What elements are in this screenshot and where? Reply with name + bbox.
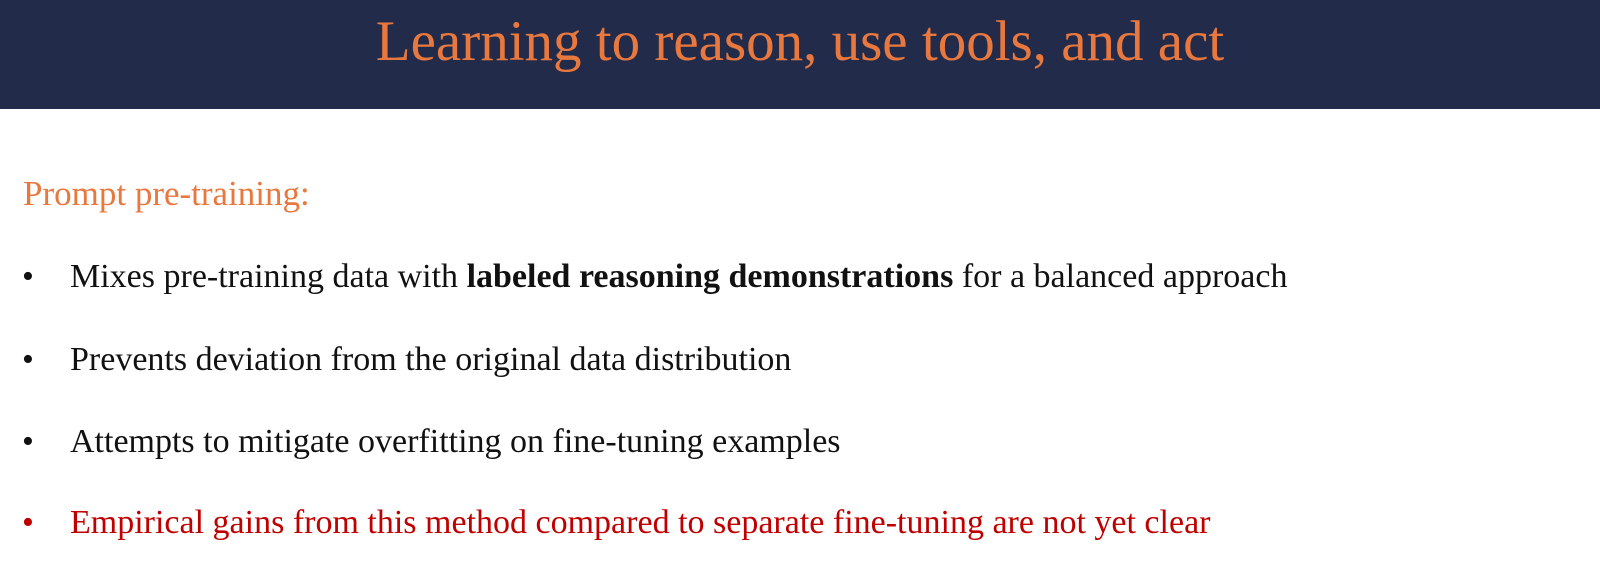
bullet-text-1: Mixes pre-training data with labeled rea… bbox=[70, 258, 1287, 295]
bullet-text-1-after: for a balanced approach bbox=[953, 258, 1288, 295]
bullet-dot: • bbox=[22, 423, 34, 460]
bullet-item-1: • Mixes pre-training data with labeled re… bbox=[22, 255, 1287, 299]
bullet-text-1-bold: labeled reasoning demonstrations bbox=[466, 258, 954, 295]
slide-title: Learning to reason, use tools, and act bbox=[375, 10, 1225, 73]
bullet-item-4: • Empirical gains from this method compar… bbox=[22, 501, 1210, 545]
bullet-dot: • bbox=[22, 504, 34, 541]
title-bar: Learning to reason, use tools, and act bbox=[0, 0, 1600, 109]
bullet-text-2: Prevents deviation from the original dat… bbox=[70, 341, 792, 378]
bullet-text-3: Attempts to mitigate overfitting on fine… bbox=[70, 423, 841, 460]
bullet-item-2: • Prevents deviation from the original da… bbox=[22, 338, 791, 382]
bullet-dot: • bbox=[22, 341, 34, 378]
section-heading: Prompt pre-training: bbox=[23, 174, 310, 213]
bullet-dot: • bbox=[22, 258, 34, 295]
bullet-item-3: • Attempts to mitigate overfitting on fin… bbox=[22, 420, 841, 464]
bullet-text-1-before: Mixes pre-training data with bbox=[70, 258, 467, 295]
bullet-text-4: Empirical gains from this method compare… bbox=[70, 504, 1211, 541]
